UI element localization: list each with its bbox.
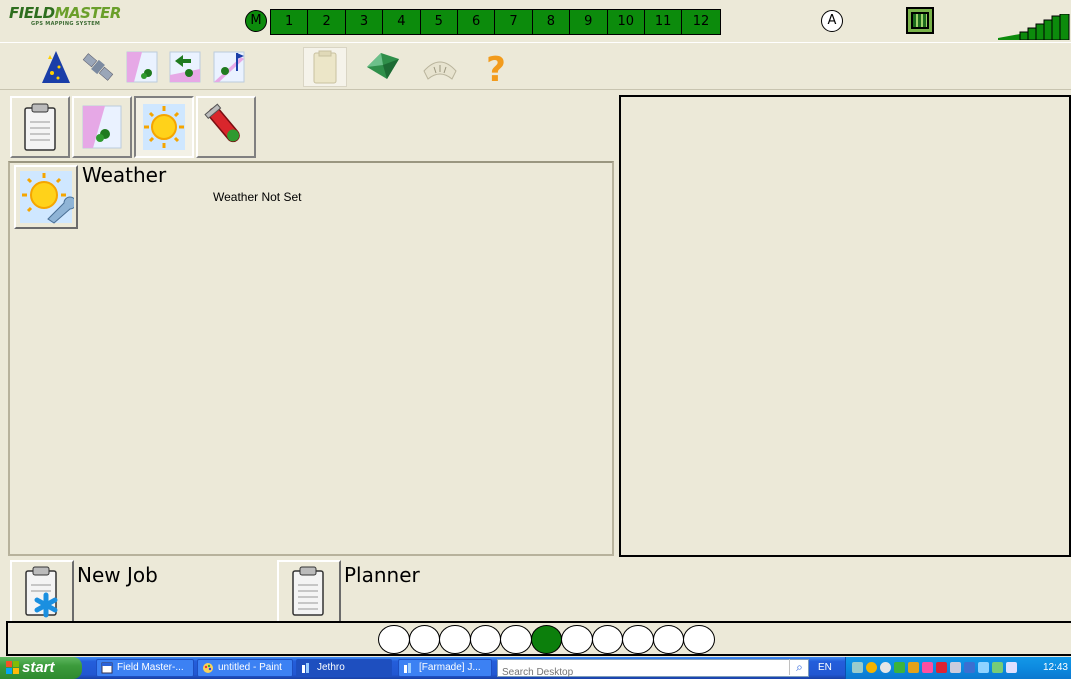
page-dot[interactable] — [439, 625, 471, 654]
page-dot[interactable] — [652, 625, 684, 654]
search-tray-icon[interactable] — [880, 662, 891, 673]
desktop-search-input[interactable] — [498, 664, 778, 679]
section-5-button[interactable]: 5 — [421, 10, 458, 34]
tab-weather[interactable] — [134, 96, 194, 158]
logo-text-field: FIELD — [9, 4, 55, 22]
clipboard-icon — [24, 103, 56, 151]
new-job-label: New Job — [77, 563, 158, 587]
desktop-search-field[interactable] — [497, 659, 809, 679]
system-tray: 12:43 — [845, 657, 1071, 679]
weather-content: Weather Weather Not Set — [8, 161, 614, 556]
app-window-icon — [404, 663, 411, 673]
edit-weather-button[interactable] — [14, 165, 78, 229]
update-icon[interactable] — [894, 662, 905, 673]
section-8-button[interactable]: 8 — [533, 10, 571, 34]
leaf-icon[interactable] — [361, 47, 405, 87]
page-dot[interactable] — [622, 625, 654, 654]
weather-title: Weather — [82, 163, 167, 187]
page-dot[interactable] — [408, 625, 440, 654]
manual-mode-button[interactable]: M — [245, 10, 267, 32]
field-map-icon[interactable] — [120, 47, 164, 87]
field-flag-icon[interactable] — [207, 47, 251, 87]
wizard-icon[interactable] — [34, 47, 78, 87]
section-7-button[interactable]: 7 — [495, 10, 533, 34]
planner-button[interactable] — [277, 560, 341, 623]
section-6-button[interactable]: 6 — [458, 10, 496, 34]
field-entry-icon[interactable] — [163, 47, 207, 87]
section-10-button[interactable]: 10 — [608, 10, 645, 34]
alert-icon[interactable] — [936, 662, 947, 673]
logo-text-master: MASTER — [54, 4, 122, 22]
svg-text:?: ? — [486, 50, 506, 85]
planner-label: Planner — [344, 563, 420, 587]
search-icon[interactable]: ⌕ — [789, 659, 809, 675]
page-dot[interactable] — [469, 625, 501, 654]
test-tube-icon — [204, 103, 240, 143]
display-icon[interactable] — [964, 662, 975, 673]
gps-tray-icon[interactable] — [908, 662, 919, 673]
new-job-button[interactable] — [10, 560, 74, 623]
section-9-button[interactable]: 9 — [570, 10, 608, 34]
status-bar: FIELDMASTER GPS MAPPING SYSTEM M 1 2 3 4… — [0, 0, 1071, 42]
clipboard-icon[interactable] — [303, 47, 347, 87]
paint-icon — [203, 663, 213, 673]
help-tray-icon[interactable] — [978, 662, 989, 673]
task-field-master[interactable]: Field Master-... — [96, 659, 194, 677]
new-job-icon — [25, 566, 58, 617]
page-indicator — [378, 625, 715, 654]
messenger-icon[interactable] — [922, 662, 933, 673]
page-dot[interactable] — [591, 625, 623, 654]
windows-taskbar: start Field Master-... untitled - Paint … — [0, 657, 1071, 679]
task-paint[interactable]: untitled - Paint — [197, 659, 293, 677]
section-2-button[interactable]: 2 — [308, 10, 346, 34]
app-window-icon — [302, 663, 309, 673]
tab-products[interactable] — [196, 96, 256, 158]
security-icon[interactable] — [866, 662, 877, 673]
section-11-button[interactable]: 11 — [645, 10, 683, 34]
refresh-icon[interactable] — [992, 662, 1003, 673]
main-toolbar: ? — [0, 42, 1071, 90]
preview-pane — [619, 95, 1071, 557]
page-dot[interactable] — [378, 625, 410, 654]
task-jethro[interactable]: Jethro — [296, 659, 392, 677]
weather-status-text: Weather Not Set — [213, 190, 302, 204]
weather-panel: Weather Weather Not Set — [8, 94, 614, 556]
page-dot[interactable] — [683, 625, 715, 654]
section-3-button[interactable]: 3 — [346, 10, 384, 34]
start-label: start — [22, 659, 55, 676]
tab-job-details[interactable] — [10, 96, 70, 158]
tab-field[interactable] — [72, 96, 132, 158]
task-farmade[interactable]: [Farmade] J... — [398, 659, 492, 677]
section-control-strip: 1 2 3 4 5 6 7 8 9 10 11 12 — [270, 9, 721, 35]
gauge-icon[interactable] — [418, 47, 462, 87]
device-icon[interactable] — [950, 662, 961, 673]
weather-settings-icon — [20, 171, 74, 224]
language-indicator[interactable]: EN — [818, 660, 832, 676]
logo-subtitle: GPS MAPPING SYSTEM — [31, 21, 101, 27]
help-icon[interactable]: ? — [474, 47, 518, 87]
clock: 12:43 — [1042, 662, 1068, 673]
gps-signal-icon — [998, 14, 1070, 40]
page-indicator-bar — [6, 621, 1071, 656]
page-dot[interactable] — [500, 625, 532, 654]
planner-clipboard-icon — [292, 566, 324, 616]
page-dot[interactable] — [561, 625, 593, 654]
weather-sun-icon — [143, 104, 185, 150]
windows-flag-icon — [6, 661, 19, 674]
section-1-button[interactable]: 1 — [271, 10, 309, 34]
boom-sections-icon[interactable] — [906, 7, 934, 34]
fieldmaster-logo: FIELDMASTER GPS MAPPING SYSTEM — [9, 4, 122, 30]
satellite-icon[interactable] — [76, 47, 120, 87]
network-icon[interactable] — [852, 662, 863, 673]
field-map-icon — [82, 105, 122, 149]
section-4-button[interactable]: 4 — [383, 10, 421, 34]
volume-icon[interactable] — [1006, 662, 1017, 673]
app-window-icon — [101, 662, 113, 674]
section-12-button[interactable]: 12 — [682, 10, 719, 34]
start-button[interactable]: start — [0, 657, 82, 679]
auto-mode-button[interactable]: A — [821, 10, 843, 32]
page-dot[interactable] — [530, 625, 562, 654]
